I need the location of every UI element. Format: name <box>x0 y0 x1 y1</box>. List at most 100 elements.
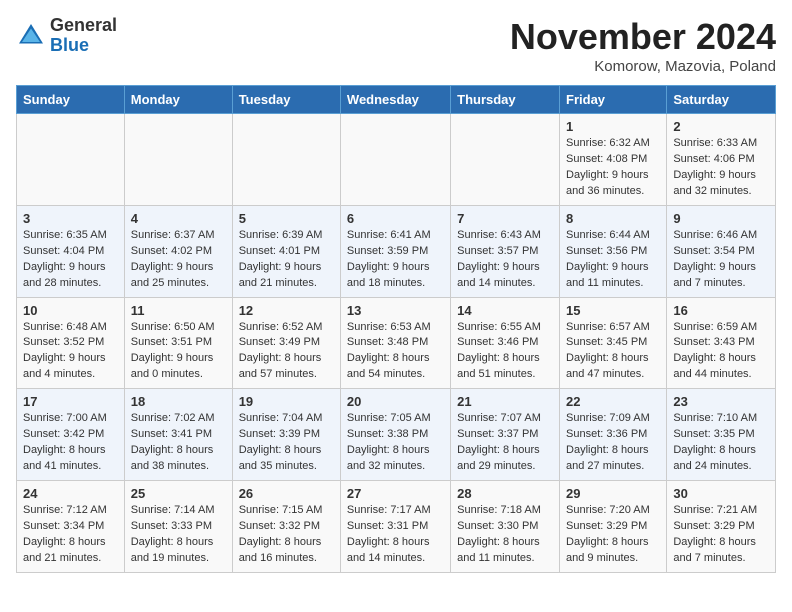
day-info: Sunrise: 7:09 AM Sunset: 3:36 PM Dayligh… <box>566 411 660 475</box>
day-number: 12 <box>239 303 334 318</box>
day-info: Sunrise: 7:02 AM Sunset: 3:41 PM Dayligh… <box>131 411 226 475</box>
weekday-header-thursday: Thursday <box>451 86 560 114</box>
calendar-cell: 27 Sunrise: 7:17 AM Sunset: 3:31 PM Dayli… <box>340 481 450 573</box>
calendar-row: 3Sunrise: 6:35 AM Sunset: 4:04 PM Daylig… <box>17 205 776 297</box>
day-info: Sunrise: 6:37 AM Sunset: 4:02 PM Dayligh… <box>131 228 226 292</box>
day-info: Sunrise: 6:33 AM Sunset: 4:06 PM Dayligh… <box>673 136 769 200</box>
day-number: 26 <box>239 486 334 501</box>
day-info: Sunrise: 6:41 AM Sunset: 3:59 PM Dayligh… <box>347 228 444 292</box>
day-info: Sunrise: 7:18 AM Sunset: 3:30 PM Dayligh… <box>457 503 553 567</box>
calendar-cell: 6 Sunrise: 6:41 AM Sunset: 3:59 PM Daylig… <box>340 205 450 297</box>
day-number: 14 <box>457 303 553 318</box>
calendar-cell: 14 Sunrise: 6:55 AM Sunset: 3:46 PM Dayli… <box>451 297 560 389</box>
day-number: 10 <box>23 303 118 318</box>
day-number: 13 <box>347 303 444 318</box>
day-number: 28 <box>457 486 553 501</box>
day-number: 16 <box>673 303 769 318</box>
day-number: 6 <box>347 211 444 226</box>
day-number: 18 <box>131 394 226 409</box>
day-info: Sunrise: 7:00 AM Sunset: 3:42 PM Dayligh… <box>23 411 118 475</box>
weekday-header-wednesday: Wednesday <box>340 86 450 114</box>
day-number: 30 <box>673 486 769 501</box>
day-number: 25 <box>131 486 226 501</box>
weekday-header-saturday: Saturday <box>667 86 776 114</box>
day-info: Sunrise: 7:10 AM Sunset: 3:35 PM Dayligh… <box>673 411 769 475</box>
day-info: Sunrise: 7:20 AM Sunset: 3:29 PM Dayligh… <box>566 503 660 567</box>
day-info: Sunrise: 7:15 AM Sunset: 3:32 PM Dayligh… <box>239 503 334 567</box>
calendar-cell: 26 Sunrise: 7:15 AM Sunset: 3:32 PM Dayli… <box>232 481 340 573</box>
day-info: Sunrise: 7:14 AM Sunset: 3:33 PM Dayligh… <box>131 503 226 567</box>
calendar-cell: 12 Sunrise: 6:52 AM Sunset: 3:49 PM Dayli… <box>232 297 340 389</box>
calendar-row: 17 Sunrise: 7:00 AM Sunset: 3:42 PM Dayli… <box>17 389 776 481</box>
calendar-cell: 23Sunrise: 7:10 AM Sunset: 3:35 PM Dayli… <box>667 389 776 481</box>
calendar-cell <box>17 114 125 206</box>
title-area: November 2024 Komorow, Mazovia, Poland <box>510 16 776 75</box>
day-number: 21 <box>457 394 553 409</box>
day-info: Sunrise: 6:43 AM Sunset: 3:57 PM Dayligh… <box>457 228 553 292</box>
day-info: Sunrise: 6:35 AM Sunset: 4:04 PM Dayligh… <box>23 228 118 292</box>
calendar-cell: 28 Sunrise: 7:18 AM Sunset: 3:30 PM Dayli… <box>451 481 560 573</box>
day-info: Sunrise: 7:04 AM Sunset: 3:39 PM Dayligh… <box>239 411 334 475</box>
day-number: 19 <box>239 394 334 409</box>
day-info: Sunrise: 6:52 AM Sunset: 3:49 PM Dayligh… <box>239 320 334 384</box>
calendar-cell: 22Sunrise: 7:09 AM Sunset: 3:36 PM Dayli… <box>560 389 667 481</box>
weekday-header-friday: Friday <box>560 86 667 114</box>
day-info: Sunrise: 6:57 AM Sunset: 3:45 PM Dayligh… <box>566 320 660 384</box>
day-number: 17 <box>23 394 118 409</box>
day-number: 2 <box>673 119 769 134</box>
calendar-cell <box>340 114 450 206</box>
calendar-cell: 30 Sunrise: 7:21 AM Sunset: 3:29 PM Dayli… <box>667 481 776 573</box>
calendar-cell <box>451 114 560 206</box>
logo-icon <box>16 21 46 51</box>
calendar-cell: 20Sunrise: 7:05 AM Sunset: 3:38 PM Dayli… <box>340 389 450 481</box>
calendar-table: SundayMondayTuesdayWednesdayThursdayFrid… <box>16 85 776 573</box>
day-info: Sunrise: 6:59 AM Sunset: 3:43 PM Dayligh… <box>673 320 769 384</box>
calendar-cell: 11 Sunrise: 6:50 AM Sunset: 3:51 PM Dayli… <box>124 297 232 389</box>
day-number: 1 <box>566 119 660 134</box>
day-number: 8 <box>566 211 660 226</box>
calendar-cell: 21 Sunrise: 7:07 AM Sunset: 3:37 PM Dayli… <box>451 389 560 481</box>
day-info: Sunrise: 7:17 AM Sunset: 3:31 PM Dayligh… <box>347 503 444 567</box>
day-info: Sunrise: 7:21 AM Sunset: 3:29 PM Dayligh… <box>673 503 769 567</box>
calendar-cell: 4 Sunrise: 6:37 AM Sunset: 4:02 PM Daylig… <box>124 205 232 297</box>
calendar-cell: 2 Sunrise: 6:33 AM Sunset: 4:06 PM Daylig… <box>667 114 776 206</box>
day-number: 5 <box>239 211 334 226</box>
calendar-cell: 10 Sunrise: 6:48 AM Sunset: 3:52 PM Dayli… <box>17 297 125 389</box>
calendar-cell: 1Sunrise: 6:32 AM Sunset: 4:08 PM Daylig… <box>560 114 667 206</box>
day-number: 20 <box>347 394 444 409</box>
calendar-cell: 8Sunrise: 6:44 AM Sunset: 3:56 PM Daylig… <box>560 205 667 297</box>
day-number: 27 <box>347 486 444 501</box>
calendar-cell: 24Sunrise: 7:12 AM Sunset: 3:34 PM Dayli… <box>17 481 125 573</box>
calendar-cell <box>232 114 340 206</box>
day-number: 29 <box>566 486 660 501</box>
day-number: 7 <box>457 211 553 226</box>
day-info: Sunrise: 6:53 AM Sunset: 3:48 PM Dayligh… <box>347 320 444 384</box>
day-info: Sunrise: 7:07 AM Sunset: 3:37 PM Dayligh… <box>457 411 553 475</box>
calendar-cell: 16 Sunrise: 6:59 AM Sunset: 3:43 PM Dayli… <box>667 297 776 389</box>
calendar-cell: 3Sunrise: 6:35 AM Sunset: 4:04 PM Daylig… <box>17 205 125 297</box>
weekday-header-row: SundayMondayTuesdayWednesdayThursdayFrid… <box>17 86 776 114</box>
day-info: Sunrise: 6:46 AM Sunset: 3:54 PM Dayligh… <box>673 228 769 292</box>
calendar-cell: 18 Sunrise: 7:02 AM Sunset: 3:41 PM Dayli… <box>124 389 232 481</box>
day-number: 15 <box>566 303 660 318</box>
logo-text: General Blue <box>50 16 117 56</box>
calendar-cell: 9 Sunrise: 6:46 AM Sunset: 3:54 PM Daylig… <box>667 205 776 297</box>
calendar-row: 10 Sunrise: 6:48 AM Sunset: 3:52 PM Dayli… <box>17 297 776 389</box>
day-number: 11 <box>131 303 226 318</box>
day-number: 9 <box>673 211 769 226</box>
day-info: Sunrise: 6:50 AM Sunset: 3:51 PM Dayligh… <box>131 320 226 384</box>
calendar-cell: 13 Sunrise: 6:53 AM Sunset: 3:48 PM Dayli… <box>340 297 450 389</box>
weekday-header-sunday: Sunday <box>17 86 125 114</box>
day-info: Sunrise: 6:55 AM Sunset: 3:46 PM Dayligh… <box>457 320 553 384</box>
calendar-cell: 15 Sunrise: 6:57 AM Sunset: 3:45 PM Dayli… <box>560 297 667 389</box>
day-number: 24 <box>23 486 118 501</box>
calendar-cell <box>124 114 232 206</box>
calendar-cell: 7 Sunrise: 6:43 AM Sunset: 3:57 PM Daylig… <box>451 205 560 297</box>
location: Komorow, Mazovia, Poland <box>510 58 776 75</box>
logo: General Blue <box>16 16 117 56</box>
day-info: Sunrise: 6:39 AM Sunset: 4:01 PM Dayligh… <box>239 228 334 292</box>
weekday-header-tuesday: Tuesday <box>232 86 340 114</box>
day-number: 4 <box>131 211 226 226</box>
day-info: Sunrise: 6:48 AM Sunset: 3:52 PM Dayligh… <box>23 320 118 384</box>
calendar-cell: 5 Sunrise: 6:39 AM Sunset: 4:01 PM Daylig… <box>232 205 340 297</box>
